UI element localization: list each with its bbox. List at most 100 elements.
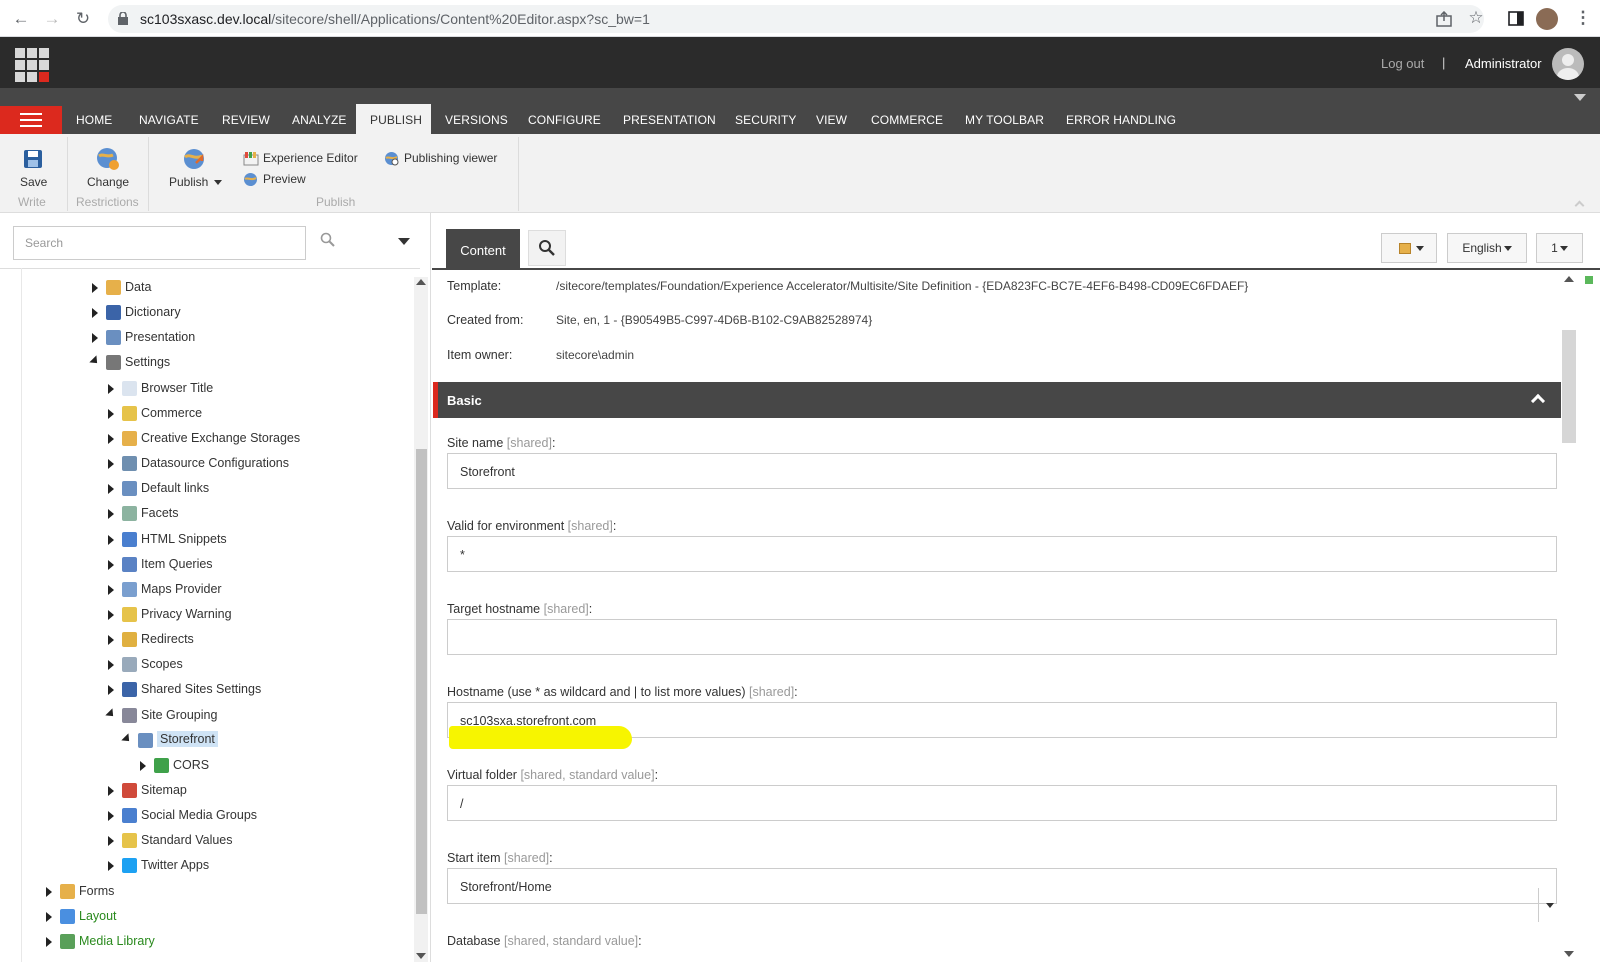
version-dropdown[interactable]: 1 [1536, 233, 1583, 263]
tree-node-browser-title[interactable]: Browser Title [105, 379, 400, 399]
collapsed-arrow-icon[interactable] [108, 660, 114, 671]
launchpad-apps-icon[interactable] [15, 48, 49, 82]
tab-analyze[interactable]: ANALYZE [292, 113, 347, 127]
collapsed-arrow-icon[interactable] [108, 635, 114, 646]
tree-node-storefront[interactable]: Storefront [121, 730, 400, 751]
collapsed-arrow-icon[interactable] [108, 786, 114, 796]
version-archive-button[interactable] [1381, 233, 1437, 263]
tree-node-item-queries[interactable]: Item Queries [105, 555, 400, 575]
tab-commerce[interactable]: COMMERCE [871, 113, 943, 127]
user-name[interactable]: Administrator [1465, 56, 1542, 71]
logout-link[interactable]: Log out [1381, 56, 1424, 71]
collapsed-arrow-icon[interactable] [140, 760, 146, 771]
ribbon-collapse-caret-icon[interactable] [1574, 94, 1586, 101]
tree-node-cors[interactable]: CORS [137, 756, 400, 776]
tree-node-social-media-groups[interactable]: Social Media Groups [105, 806, 400, 826]
tree-node-datasource-configurations[interactable]: Datasource Configurations [105, 454, 400, 474]
search-options-caret-icon[interactable] [398, 238, 410, 245]
back-icon[interactable]: ← [10, 8, 32, 30]
tab-home[interactable]: HOME [76, 113, 112, 127]
field-input-site-name[interactable] [447, 453, 1557, 489]
preview-icon[interactable] [243, 172, 258, 187]
change-restrictions-icon[interactable] [96, 147, 120, 171]
content-scroll-up-icon[interactable] [1564, 276, 1574, 282]
field-input-virtual-folder[interactable] [447, 785, 1557, 821]
tree-node-media-library[interactable]: Media Library [43, 932, 400, 952]
collapsed-arrow-icon[interactable] [108, 383, 114, 394]
browser-menu-icon[interactable]: ⋮ [1572, 7, 1594, 29]
expanded-arrow-icon[interactable] [89, 355, 101, 368]
tree-node-redirects[interactable]: Redirects [105, 630, 400, 650]
section-header-basic[interactable] [433, 382, 1561, 418]
tab-error-handling[interactable]: ERROR HANDLING [1066, 113, 1176, 127]
collapsed-arrow-icon[interactable] [46, 936, 52, 947]
tab-publish[interactable]: PUBLISH [370, 113, 422, 127]
tab-search[interactable] [528, 230, 566, 266]
preview-button[interactable]: Preview [263, 172, 306, 186]
change-button[interactable]: Change [87, 175, 129, 189]
tree-node-forms[interactable]: Forms [43, 882, 400, 902]
tab-content[interactable]: Content [446, 229, 520, 270]
collapsed-arrow-icon[interactable] [108, 685, 114, 696]
profile-avatar[interactable] [1536, 8, 1558, 30]
content-scrollbar-thumb[interactable] [1562, 330, 1576, 443]
collapsed-arrow-icon[interactable] [108, 584, 114, 595]
tree-node-twitter-apps[interactable]: Twitter Apps [105, 856, 400, 876]
collapsed-arrow-icon[interactable] [108, 484, 114, 495]
tab-presentation[interactable]: PRESENTATION [623, 113, 716, 127]
forward-icon[interactable]: → [41, 8, 63, 30]
collapsed-arrow-icon[interactable] [92, 333, 98, 344]
publish-dropdown-button[interactable]: Publish [169, 175, 222, 189]
tab-review[interactable]: REVIEW [222, 113, 270, 127]
tree-node-standard-values[interactable]: Standard Values [105, 831, 400, 851]
tab-versions[interactable]: VERSIONS [445, 113, 508, 127]
collapsed-arrow-icon[interactable] [92, 283, 98, 293]
tree-node-presentation[interactable]: Presentation [89, 328, 400, 348]
tree-node-shared-sites-settings[interactable]: Shared Sites Settings [105, 680, 400, 700]
tree-node-data[interactable]: Data [89, 278, 400, 298]
collapsed-arrow-icon[interactable] [46, 911, 52, 922]
publish-globe-icon[interactable] [182, 147, 206, 171]
tree-scrollbar-thumb[interactable] [416, 449, 427, 914]
collapsed-arrow-icon[interactable] [92, 308, 98, 319]
tree-node-creative-exchange-storages[interactable]: Creative Exchange Storages [105, 429, 400, 449]
experience-editor-button[interactable]: Experience Editor [263, 151, 358, 165]
tab-security[interactable]: SECURITY [735, 113, 796, 127]
tab-my-toolbar[interactable]: MY TOOLBAR [965, 113, 1044, 127]
tree-node-maps-provider[interactable]: Maps Provider [105, 580, 400, 600]
tab-configure[interactable]: CONFIGURE [528, 113, 601, 127]
tree-node-site-grouping[interactable]: Site Grouping [105, 706, 400, 726]
expanded-arrow-icon[interactable] [121, 733, 133, 745]
content-scroll-down-icon[interactable] [1564, 951, 1574, 957]
bookmark-star-icon[interactable]: ☆ [1465, 7, 1487, 29]
collapsed-arrow-icon[interactable] [108, 836, 114, 847]
hamburger-menu-icon[interactable] [0, 106, 62, 134]
collapsed-arrow-icon[interactable] [108, 459, 114, 470]
tree-node-layout[interactable]: Layout [43, 907, 400, 927]
save-icon[interactable] [23, 149, 43, 169]
share-icon[interactable] [1436, 11, 1452, 27]
field-input-valid-for-environment[interactable] [447, 536, 1557, 572]
experience-editor-icon[interactable] [243, 151, 259, 166]
tree-node-facets[interactable]: Facets [105, 504, 400, 524]
collapsed-arrow-icon[interactable] [108, 433, 114, 444]
collapsed-arrow-icon[interactable] [46, 886, 52, 897]
tab-navigate[interactable]: NAVIGATE [139, 113, 199, 127]
language-dropdown[interactable]: English [1447, 233, 1527, 263]
field-input-start-item[interactable] [447, 868, 1557, 904]
collapsed-arrow-icon[interactable] [108, 534, 114, 545]
collapsed-arrow-icon[interactable] [108, 408, 114, 419]
collapsed-arrow-icon[interactable] [108, 609, 114, 620]
publishing-viewer-button[interactable]: Publishing viewer [404, 151, 497, 165]
tree-node-settings[interactable]: Settings [89, 353, 400, 373]
collapsed-arrow-icon[interactable] [108, 509, 114, 520]
collapsed-arrow-icon[interactable] [108, 861, 114, 872]
expanded-arrow-icon[interactable] [105, 707, 117, 720]
tree-node-sitemap[interactable]: Sitemap [105, 781, 400, 801]
field-input-target-hostname[interactable] [447, 619, 1557, 655]
tree-scroll-up-icon[interactable] [416, 279, 426, 285]
reload-icon[interactable]: ↻ [72, 8, 94, 30]
start-item-dropdown-button[interactable] [1538, 888, 1557, 922]
user-avatar-icon[interactable] [1552, 48, 1584, 80]
search-icon[interactable] [320, 232, 336, 248]
